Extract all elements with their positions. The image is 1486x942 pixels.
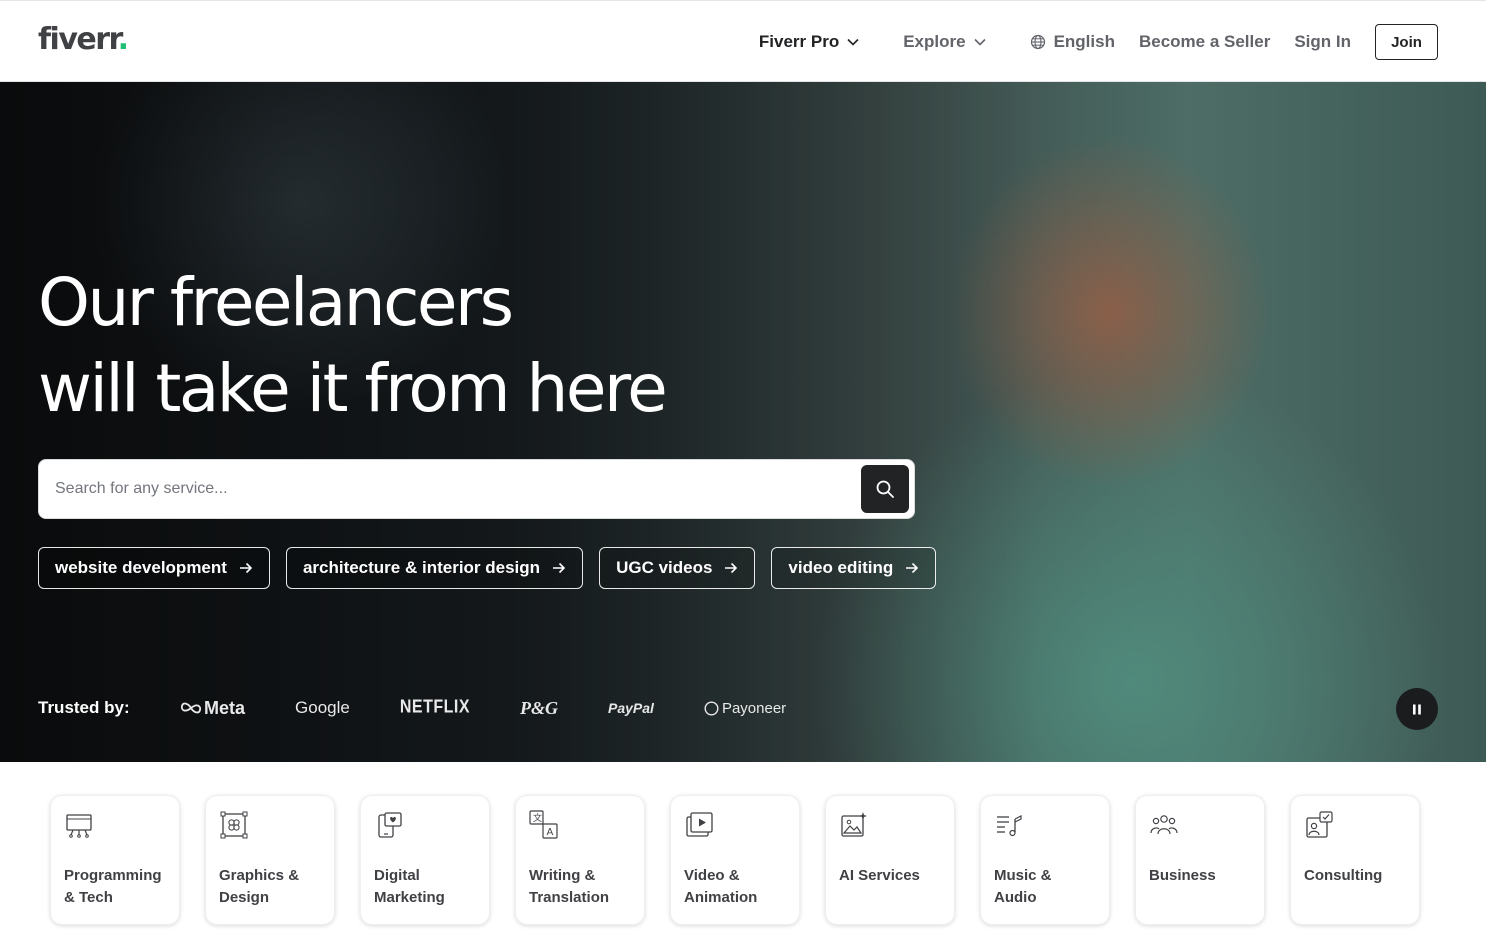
arrow-right-icon: [553, 562, 566, 574]
marketing-icon: [378, 812, 402, 838]
category-label: Digital Marketing: [374, 867, 445, 906]
category-label: Video & Animation: [684, 867, 758, 906]
search-input[interactable]: [39, 460, 849, 518]
netflix-logo: NETFLIX: [399, 697, 471, 718]
people-icon: [1150, 815, 1178, 835]
svg-text:A: A: [547, 827, 554, 838]
paypal-logo: PayPal: [608, 700, 654, 716]
nav-explore-label: Explore: [903, 32, 966, 51]
chip-video-editing[interactable]: video editing: [771, 547, 937, 589]
arrow-right-icon: [725, 562, 738, 574]
category-list: Programming & Tech Graphics & Design Dig…: [50, 795, 1420, 925]
meta-infinity-icon: [180, 702, 202, 714]
category-graphics-design[interactable]: Graphics & Design: [205, 795, 335, 925]
video-pause-button[interactable]: [1396, 688, 1438, 730]
category-label: Consulting: [1304, 867, 1383, 884]
monitor-icon: [66, 814, 92, 838]
svg-text:文: 文: [533, 812, 542, 824]
search-button[interactable]: [861, 465, 909, 513]
translation-icon: 文A: [529, 810, 558, 839]
nav-become-seller[interactable]: Become a Seller: [1139, 32, 1270, 52]
arrow-right-icon: [239, 562, 253, 574]
hero-title-line-1: Our freelancers: [38, 264, 514, 341]
globe-icon: [1030, 34, 1045, 50]
top-nav: Fiverr Pro Explore English Become a Sell…: [759, 23, 1438, 61]
payoneer-circle-icon: [704, 700, 719, 716]
ai-image-icon: [841, 812, 867, 837]
consulting-icon: [1306, 811, 1333, 838]
hero-section: Our freelancers will take it from here w…: [0, 82, 1486, 762]
chip-label: architecture & interior design: [302, 558, 541, 577]
category-label: Programming & Tech: [64, 867, 162, 906]
category-programming-tech[interactable]: Programming & Tech: [50, 795, 180, 925]
trusted-by-bar: Trusted by: Meta Google NETFLIX P&G PayP…: [38, 694, 836, 722]
category-writing-translation[interactable]: 文A Writing & Translation: [515, 795, 645, 925]
nav-language[interactable]: English: [1030, 32, 1115, 52]
payoneer-logo: Payoneer: [704, 700, 786, 717]
design-icon: [220, 811, 248, 839]
category-label: Music & Audio: [994, 867, 1052, 906]
chevron-down-icon: [847, 38, 859, 46]
popular-searches: website development architecture & inter…: [38, 547, 937, 589]
search-icon: [876, 480, 894, 498]
pg-logo: P&G: [520, 697, 559, 718]
nav-fiverr-pro-label: Fiverr Pro: [758, 32, 840, 51]
nav-fiverr-pro[interactable]: Fiverr Pro: [759, 32, 859, 52]
nav-sign-in[interactable]: Sign In: [1294, 32, 1351, 52]
pause-icon: [1413, 704, 1421, 714]
nav-explore[interactable]: Explore: [903, 32, 986, 52]
search-bar: [38, 459, 915, 519]
hero-title: Our freelancers will take it from here: [38, 260, 738, 432]
music-icon: [997, 815, 1022, 837]
category-music-audio[interactable]: Music & Audio: [980, 795, 1110, 925]
google-logo: Google: [295, 698, 350, 717]
meta-logo: Meta: [180, 698, 245, 719]
category-label: Graphics & Design: [219, 867, 300, 906]
hero-title-line-2: will take it from here: [38, 350, 668, 427]
category-label: Business: [1149, 867, 1216, 884]
trusted-by-label: Trusted by:: [38, 698, 130, 717]
join-button[interactable]: Join: [1375, 24, 1438, 60]
category-label: AI Services: [839, 867, 920, 884]
category-label: Writing & Translation: [529, 867, 610, 906]
nav-language-label: English: [1053, 32, 1115, 51]
category-business[interactable]: Business: [1135, 795, 1265, 925]
fiverr-logo[interactable]: fiverr.: [38, 23, 129, 57]
chip-architecture-interior-design[interactable]: architecture & interior design: [285, 547, 584, 589]
category-video-animation[interactable]: Video & Animation: [670, 795, 800, 925]
site-header: fiverr. Fiverr Pro Explore English Becom…: [0, 0, 1486, 82]
arrow-right-icon: [906, 562, 919, 574]
chip-label: UGC videos: [616, 558, 713, 577]
chip-label: video editing: [788, 558, 894, 577]
video-icon: [686, 812, 713, 837]
category-consulting[interactable]: Consulting: [1290, 795, 1420, 925]
category-ai-services[interactable]: AI Services: [825, 795, 955, 925]
chevron-down-icon: [973, 38, 986, 46]
chip-label: website development: [55, 558, 227, 577]
chip-website-development[interactable]: website development: [38, 547, 270, 589]
chip-ugc-videos[interactable]: UGC videos: [599, 547, 756, 589]
category-digital-marketing[interactable]: Digital Marketing: [360, 795, 490, 925]
